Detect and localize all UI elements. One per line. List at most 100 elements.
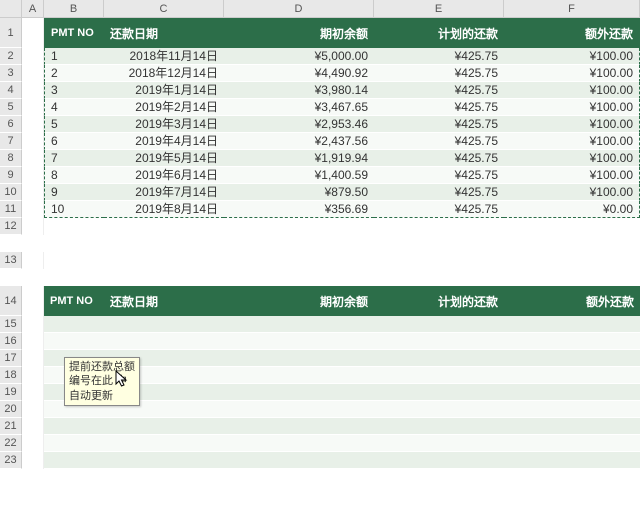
empty-cell[interactable]	[374, 418, 504, 435]
empty-cell[interactable]	[504, 384, 640, 401]
cell-blank[interactable]	[22, 252, 44, 269]
empty-cell[interactable]	[224, 333, 374, 350]
empty-cell[interactable]	[374, 435, 504, 452]
cell-date[interactable]: 2019年2月14日	[104, 99, 224, 116]
cell-date[interactable]: 2019年4月14日	[104, 133, 224, 150]
cell-scheduled[interactable]: ¥425.75	[374, 133, 504, 150]
row-header[interactable]: 1	[0, 18, 22, 48]
cell-blank[interactable]	[22, 184, 44, 201]
cell-begin-bal[interactable]: ¥2,437.56	[224, 133, 374, 150]
th-pmtno[interactable]: PMT NO	[44, 18, 104, 48]
row-header[interactable]: 2	[0, 48, 22, 65]
row-header[interactable]: 12	[0, 218, 22, 235]
cell-blank[interactable]	[22, 418, 44, 435]
th-date-2[interactable]: 还款日期	[104, 286, 224, 316]
empty-cell[interactable]	[44, 418, 104, 435]
cell-pmtno[interactable]: 1	[44, 48, 104, 65]
empty-cell[interactable]	[224, 401, 374, 418]
empty-cell[interactable]	[374, 350, 504, 367]
row-header[interactable]: 15	[0, 316, 22, 333]
cell-pmtno[interactable]: 6	[44, 133, 104, 150]
empty-cell[interactable]	[44, 452, 104, 469]
th-scheduled[interactable]: 计划的还款	[374, 18, 504, 48]
col-header-b[interactable]: B	[44, 0, 104, 18]
row-header[interactable]: 13	[0, 252, 22, 269]
row-header[interactable]: 17	[0, 350, 22, 367]
row-header[interactable]: 14	[0, 286, 22, 316]
cell-date[interactable]: 2019年6月14日	[104, 167, 224, 184]
corner-cell[interactable]	[0, 0, 22, 18]
empty-cell[interactable]	[224, 435, 374, 452]
cell-scheduled[interactable]: ¥425.75	[374, 48, 504, 65]
cell-blank[interactable]	[22, 401, 44, 418]
cell-extra[interactable]: ¥100.00	[504, 150, 640, 167]
cell-extra[interactable]: ¥100.00	[504, 167, 640, 184]
empty-cell[interactable]	[224, 367, 374, 384]
empty-cell[interactable]	[504, 418, 640, 435]
cell-scheduled[interactable]: ¥425.75	[374, 82, 504, 99]
empty-cell[interactable]	[224, 350, 374, 367]
cell-begin-bal[interactable]: ¥1,400.59	[224, 167, 374, 184]
cell-pmtno[interactable]: 7	[44, 150, 104, 167]
cell-blank[interactable]	[22, 316, 44, 333]
row-header[interactable]: 9	[0, 167, 22, 184]
table2-header[interactable]: 14 PMT NO 还款日期 期初余额 计划的还款 额外还款	[0, 286, 641, 316]
cell-blank[interactable]	[22, 65, 44, 82]
cell-begin-bal[interactable]: ¥879.50	[224, 184, 374, 201]
th-date[interactable]: 还款日期	[104, 18, 224, 48]
cell-date[interactable]: 2018年12月14日	[104, 65, 224, 82]
spreadsheet-grid[interactable]: A B C D E F 1 PMT NO 还款日期 期初余额 计划的还款 额外还…	[0, 0, 641, 48]
cell-blank[interactable]	[22, 99, 44, 116]
row-header[interactable]: 18	[0, 367, 22, 384]
cell-blank[interactable]	[22, 350, 44, 367]
row-header[interactable]: 7	[0, 133, 22, 150]
cell-begin-bal[interactable]: ¥356.69	[224, 201, 374, 218]
row-header[interactable]: 20	[0, 401, 22, 418]
row-header[interactable]: 8	[0, 150, 22, 167]
row-header[interactable]: 23	[0, 452, 22, 469]
empty-cell[interactable]	[504, 452, 640, 469]
empty-cell[interactable]	[374, 367, 504, 384]
col-header-c[interactable]: C	[104, 0, 224, 18]
spacer[interactable]	[22, 235, 640, 252]
cell-scheduled[interactable]: ¥425.75	[374, 150, 504, 167]
th-pmtno-2[interactable]: PMT NO	[44, 286, 104, 316]
row-header[interactable]: 22	[0, 435, 22, 452]
row-header[interactable]: 10	[0, 184, 22, 201]
cell-extra[interactable]: ¥100.00	[504, 65, 640, 82]
row-header[interactable]: 19	[0, 384, 22, 401]
row-header[interactable]: 21	[0, 418, 22, 435]
row-header[interactable]: 4	[0, 82, 22, 99]
cell-blank[interactable]	[22, 150, 44, 167]
cell-pmtno[interactable]: 9	[44, 184, 104, 201]
empty-cell[interactable]	[504, 333, 640, 350]
cell-extra[interactable]: ¥100.00	[504, 99, 640, 116]
cell-date[interactable]: 2019年3月14日	[104, 116, 224, 133]
cell-blank[interactable]	[22, 435, 44, 452]
spacer[interactable]	[22, 269, 640, 286]
col-header-d[interactable]: D	[224, 0, 374, 18]
empty-cell[interactable]	[104, 435, 224, 452]
empty-cell[interactable]	[374, 384, 504, 401]
cell-begin-bal[interactable]: ¥3,980.14	[224, 82, 374, 99]
cell-extra[interactable]: ¥100.00	[504, 48, 640, 65]
empty-cell[interactable]	[44, 333, 104, 350]
th-extra-2[interactable]: 额外还款	[504, 286, 640, 316]
cell-blank[interactable]	[22, 116, 44, 133]
cell-pmtno[interactable]: 2	[44, 65, 104, 82]
cell-pmtno[interactable]: 10	[44, 201, 104, 218]
th-begin-bal[interactable]: 期初余额	[224, 18, 374, 48]
cell-extra[interactable]: ¥0.00	[504, 201, 640, 218]
cell-begin-bal[interactable]: ¥5,000.00	[224, 48, 374, 65]
cell-extra[interactable]: ¥100.00	[504, 82, 640, 99]
cell-pmtno[interactable]: 8	[44, 167, 104, 184]
cell-blank[interactable]	[22, 133, 44, 150]
row-header[interactable]: 5	[0, 99, 22, 116]
cell-begin-bal[interactable]: ¥4,490.92	[224, 65, 374, 82]
cell-begin-bal[interactable]: ¥2,953.46	[224, 116, 374, 133]
empty-cell[interactable]	[104, 333, 224, 350]
th-extra[interactable]: 额外还款	[504, 18, 640, 48]
cell-blank[interactable]	[22, 82, 44, 99]
empty-cell[interactable]	[104, 418, 224, 435]
cell-blank[interactable]	[22, 367, 44, 384]
